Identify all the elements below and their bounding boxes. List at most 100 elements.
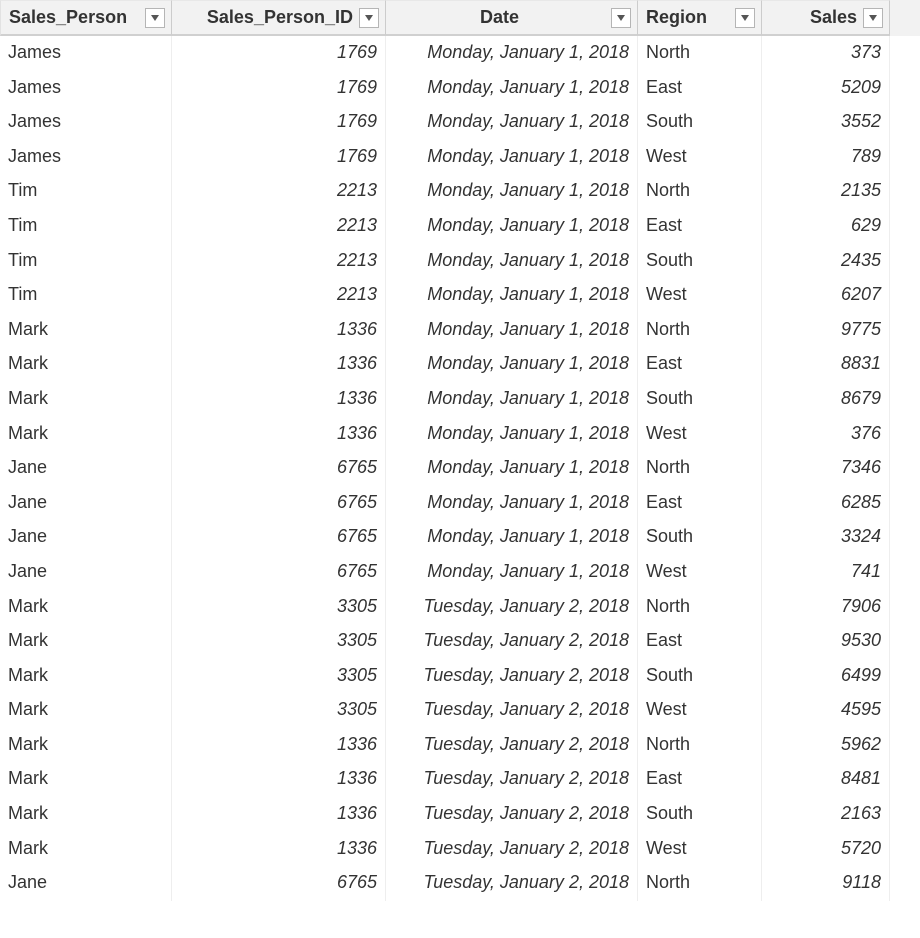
cell-region: West: [638, 417, 762, 452]
cell-date: Monday, January 1, 2018: [386, 313, 638, 348]
table-row[interactable]: Jane6765Monday, January 1, 2018East6285: [0, 486, 920, 521]
table-body: James1769Monday, January 1, 2018North373…: [0, 36, 920, 938]
column-header-date[interactable]: Date: [386, 0, 638, 36]
cell-region: West: [638, 278, 762, 313]
cell-date: Tuesday, January 2, 2018: [386, 762, 638, 797]
cell-person: James: [0, 36, 172, 71]
cell-sales: 373: [762, 36, 890, 71]
table-row[interactable]: Jane6765Monday, January 1, 2018West741: [0, 555, 920, 590]
column-header-id[interactable]: Sales_Person_ID: [172, 0, 386, 36]
cell-sales: 7906: [762, 590, 890, 625]
column-header-sales[interactable]: Sales: [762, 0, 890, 36]
cell-id: 2213: [172, 209, 386, 244]
cell-person: Jane: [0, 451, 172, 486]
cell-sales: 789: [762, 140, 890, 175]
cell-person: Jane: [0, 866, 172, 901]
cell-person: Tim: [0, 174, 172, 209]
cell-region: South: [638, 244, 762, 279]
table-row[interactable]: Jane6765Tuesday, January 2, 2018North911…: [0, 866, 920, 901]
cell-region: North: [638, 451, 762, 486]
table-row[interactable]: Mark1336Monday, January 1, 2018North9775: [0, 313, 920, 348]
cell-id: 1336: [172, 797, 386, 832]
cell-sales: 8481: [762, 762, 890, 797]
table-row[interactable]: Mark3305Tuesday, January 2, 2018South649…: [0, 659, 920, 694]
cell-date: Monday, January 1, 2018: [386, 451, 638, 486]
cell-id: 2213: [172, 278, 386, 313]
cell-person: Mark: [0, 728, 172, 763]
table-row[interactable]: Mark3305Tuesday, January 2, 2018West4595: [0, 693, 920, 728]
cell-region: South: [638, 659, 762, 694]
cell-sales: 5720: [762, 832, 890, 867]
cell-region: West: [638, 555, 762, 590]
table-row[interactable]: Mark1336Tuesday, January 2, 2018East8481: [0, 762, 920, 797]
table-row[interactable]: Mark3305Tuesday, January 2, 2018North790…: [0, 590, 920, 625]
table-row[interactable]: James1769Monday, January 1, 2018North373: [0, 36, 920, 71]
cell-id: 3305: [172, 590, 386, 625]
cell-date: Monday, January 1, 2018: [386, 278, 638, 313]
cell-sales: 8831: [762, 347, 890, 382]
filter-dropdown-icon[interactable]: [359, 8, 379, 28]
cell-sales: 6499: [762, 659, 890, 694]
cell-date: Tuesday, January 2, 2018: [386, 693, 638, 728]
cell-date: Tuesday, January 2, 2018: [386, 832, 638, 867]
cell-sales: 741: [762, 555, 890, 590]
cell-sales: 2163: [762, 797, 890, 832]
cell-id: 1336: [172, 728, 386, 763]
cell-region: North: [638, 866, 762, 901]
column-header-person[interactable]: Sales_Person: [0, 0, 172, 36]
cell-region: North: [638, 174, 762, 209]
cell-date: Monday, January 1, 2018: [386, 209, 638, 244]
cell-id: 3305: [172, 624, 386, 659]
cell-id: 6765: [172, 555, 386, 590]
cell-person: Mark: [0, 590, 172, 625]
table-row[interactable]: Tim2213Monday, January 1, 2018West6207: [0, 278, 920, 313]
table-row[interactable]: Mark1336Monday, January 1, 2018West376: [0, 417, 920, 452]
table-row[interactable]: Mark1336Tuesday, January 2, 2018West5720: [0, 832, 920, 867]
cell-person: Mark: [0, 624, 172, 659]
filter-dropdown-icon[interactable]: [735, 8, 755, 28]
table-row[interactable]: Mark1336Tuesday, January 2, 2018North596…: [0, 728, 920, 763]
cell-id: 6765: [172, 520, 386, 555]
cell-person: James: [0, 105, 172, 140]
table-row[interactable]: Mark1336Monday, January 1, 2018South8679: [0, 382, 920, 417]
cell-region: South: [638, 797, 762, 832]
cell-region: West: [638, 693, 762, 728]
table-row[interactable]: James1769Monday, January 1, 2018West789: [0, 140, 920, 175]
cell-region: South: [638, 105, 762, 140]
column-header-label: Sales_Person_ID: [180, 7, 353, 28]
cell-person: Jane: [0, 520, 172, 555]
table-row[interactable]: Jane6765Monday, January 1, 2018South3324: [0, 520, 920, 555]
cell-date: Monday, January 1, 2018: [386, 486, 638, 521]
cell-person: Mark: [0, 659, 172, 694]
data-table: Sales_Person Sales_Person_ID Date Region Sal…: [0, 0, 920, 938]
table-row[interactable]: James1769Monday, January 1, 2018South355…: [0, 105, 920, 140]
filter-dropdown-icon[interactable]: [145, 8, 165, 28]
cell-region: North: [638, 728, 762, 763]
cell-sales: 9775: [762, 313, 890, 348]
table-row[interactable]: Tim2213Monday, January 1, 2018East629: [0, 209, 920, 244]
cell-person: Mark: [0, 693, 172, 728]
filter-dropdown-icon[interactable]: [863, 8, 883, 28]
table-row[interactable]: Mark3305Tuesday, January 2, 2018East9530: [0, 624, 920, 659]
cell-sales: 7346: [762, 451, 890, 486]
cell-person: Mark: [0, 832, 172, 867]
table-row[interactable]: Jane6765Monday, January 1, 2018North7346: [0, 451, 920, 486]
cell-date: Tuesday, January 2, 2018: [386, 624, 638, 659]
table-row[interactable]: Mark1336Tuesday, January 2, 2018South216…: [0, 797, 920, 832]
table-row[interactable]: Tim2213Monday, January 1, 2018South2435: [0, 244, 920, 279]
cell-region: East: [638, 624, 762, 659]
cell-date: Tuesday, January 2, 2018: [386, 728, 638, 763]
cell-id: 6765: [172, 866, 386, 901]
column-header-region[interactable]: Region: [638, 0, 762, 36]
cell-id: 1336: [172, 347, 386, 382]
cell-region: South: [638, 520, 762, 555]
table-row[interactable]: James1769Monday, January 1, 2018East5209: [0, 71, 920, 106]
cell-sales: 376: [762, 417, 890, 452]
column-header-label: Region: [646, 7, 707, 28]
cell-sales: 9530: [762, 624, 890, 659]
filter-dropdown-icon[interactable]: [611, 8, 631, 28]
cell-region: East: [638, 762, 762, 797]
table-row[interactable]: Mark1336Monday, January 1, 2018East8831: [0, 347, 920, 382]
table-row[interactable]: Tim2213Monday, January 1, 2018North2135: [0, 174, 920, 209]
column-header-label: Date: [394, 7, 605, 28]
